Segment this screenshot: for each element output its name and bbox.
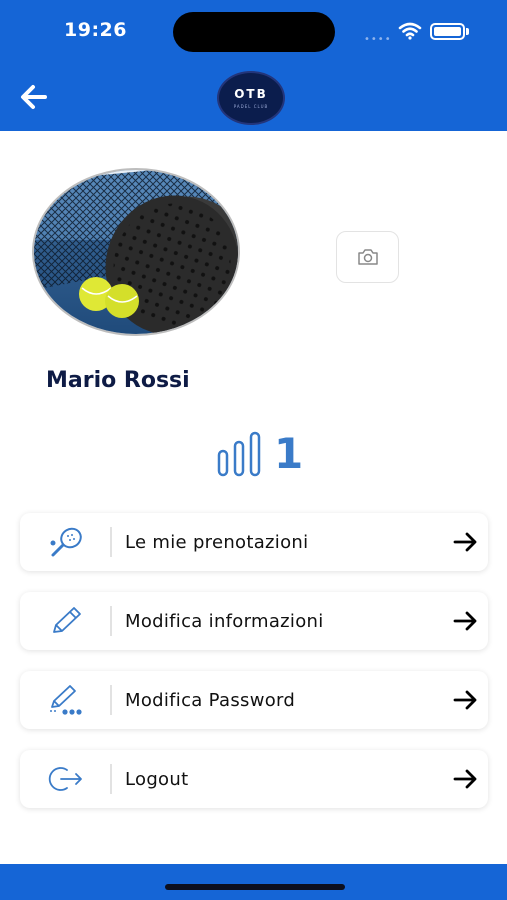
menu-item-label: Modifica informazioni bbox=[125, 610, 324, 632]
club-logo: OTB PADEL CLUB bbox=[217, 71, 285, 125]
bottom-bar bbox=[0, 864, 507, 900]
status-time: 19:26 bbox=[64, 19, 127, 41]
padel-photo bbox=[34, 170, 238, 334]
camera-icon bbox=[357, 249, 378, 265]
battery-icon bbox=[430, 23, 465, 40]
logout-icon bbox=[48, 767, 82, 791]
menu-item-label: Le mie prenotazioni bbox=[125, 531, 309, 553]
back-arrow-icon[interactable] bbox=[18, 82, 50, 112]
change-photo-button[interactable] bbox=[336, 231, 399, 283]
logo-subtitle: PADEL CLUB bbox=[233, 104, 269, 109]
arrow-right-icon bbox=[453, 532, 477, 552]
password-edit-icon bbox=[50, 685, 82, 715]
menu-item-edit-info[interactable]: Modifica informazioni bbox=[20, 592, 488, 650]
arrow-right-icon bbox=[453, 769, 477, 789]
arrow-right-icon bbox=[453, 690, 477, 710]
arrow-right-icon bbox=[453, 611, 477, 631]
signal-icon: •••• bbox=[364, 34, 392, 45]
home-indicator[interactable] bbox=[165, 884, 345, 890]
menu-item-edit-password[interactable]: Modifica Password bbox=[20, 671, 488, 729]
level-indicator: 1 bbox=[216, 428, 303, 478]
level-value: 1 bbox=[274, 428, 304, 478]
padel-racket-icon bbox=[50, 527, 82, 557]
user-name: Mario Rossi bbox=[46, 368, 190, 393]
level-bars-icon bbox=[217, 431, 261, 477]
pencil-icon bbox=[53, 607, 81, 633]
dynamic-island bbox=[173, 12, 335, 52]
menu-item-logout[interactable]: Logout bbox=[20, 750, 488, 808]
wifi-icon bbox=[398, 22, 422, 40]
menu-item-bookings[interactable]: Le mie prenotazioni bbox=[20, 513, 488, 571]
menu-item-label: Logout bbox=[125, 768, 189, 790]
profile-avatar[interactable] bbox=[32, 168, 240, 336]
battery-cap bbox=[466, 28, 469, 35]
menu-item-label: Modifica Password bbox=[125, 689, 296, 711]
logo-title: OTB bbox=[234, 87, 268, 101]
app-header: 19:26 •••• OTB PADEL CLUB bbox=[0, 0, 507, 131]
